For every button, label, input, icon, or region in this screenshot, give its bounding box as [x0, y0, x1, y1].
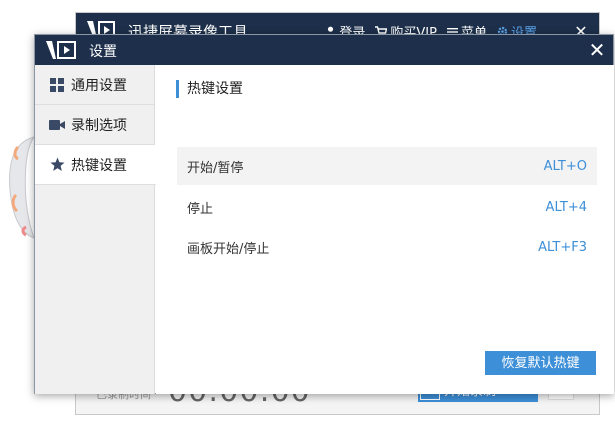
settings-dialog: 设置 ✕ 通用设置 录制选项 热键设置 热键设置 开始/暂停 ALT+O 停止 …	[34, 34, 614, 394]
star-icon	[49, 157, 65, 173]
sidebar-item-general[interactable]: 通用设置	[35, 65, 154, 105]
hotkey-value[interactable]: ALT+O	[544, 159, 587, 174]
sidebar-item-label: 热键设置	[71, 157, 127, 174]
sidebar-item-hotkeys[interactable]: 热键设置	[35, 145, 156, 185]
dialog-title: 设置	[89, 44, 117, 60]
hotkey-value[interactable]: ALT+4	[546, 200, 587, 215]
video-camera-icon	[49, 117, 65, 133]
hotkey-value[interactable]: ALT+F3	[538, 240, 587, 255]
grid-icon	[49, 77, 65, 93]
hotkey-settings-panel: 热键设置 开始/暂停 ALT+O 停止 ALT+4 画板开始/停止 ALT+F3…	[156, 65, 614, 394]
dialog-close-button[interactable]: ✕	[585, 37, 609, 63]
hotkey-row-start-pause[interactable]: 开始/暂停 ALT+O	[177, 147, 597, 185]
sidebar-item-label: 录制选项	[71, 117, 127, 134]
hotkey-label: 停止	[187, 201, 214, 217]
sidebar-item-recording-options[interactable]: 录制选项	[35, 105, 154, 145]
sidebar-item-label: 通用设置	[71, 77, 127, 94]
section-title: 热键设置	[176, 80, 243, 98]
settings-sidebar: 通用设置 录制选项 热键设置	[35, 65, 156, 394]
reset-default-hotkeys-button[interactable]: 恢复默认热键	[485, 351, 596, 375]
hotkey-row-drawing-board[interactable]: 画板开始/停止 ALT+F3	[177, 228, 597, 266]
screen: 迅捷屏幕录像工具 登录 购买VIP	[0, 0, 615, 440]
hotkey-label: 开始/暂停	[187, 160, 244, 176]
settings-dialog-titlebar: 设置 ✕	[35, 35, 613, 65]
hotkey-label: 画板开始/停止	[187, 241, 270, 257]
app-logo-icon	[46, 41, 76, 59]
hotkey-row-stop[interactable]: 停止 ALT+4	[177, 188, 597, 226]
